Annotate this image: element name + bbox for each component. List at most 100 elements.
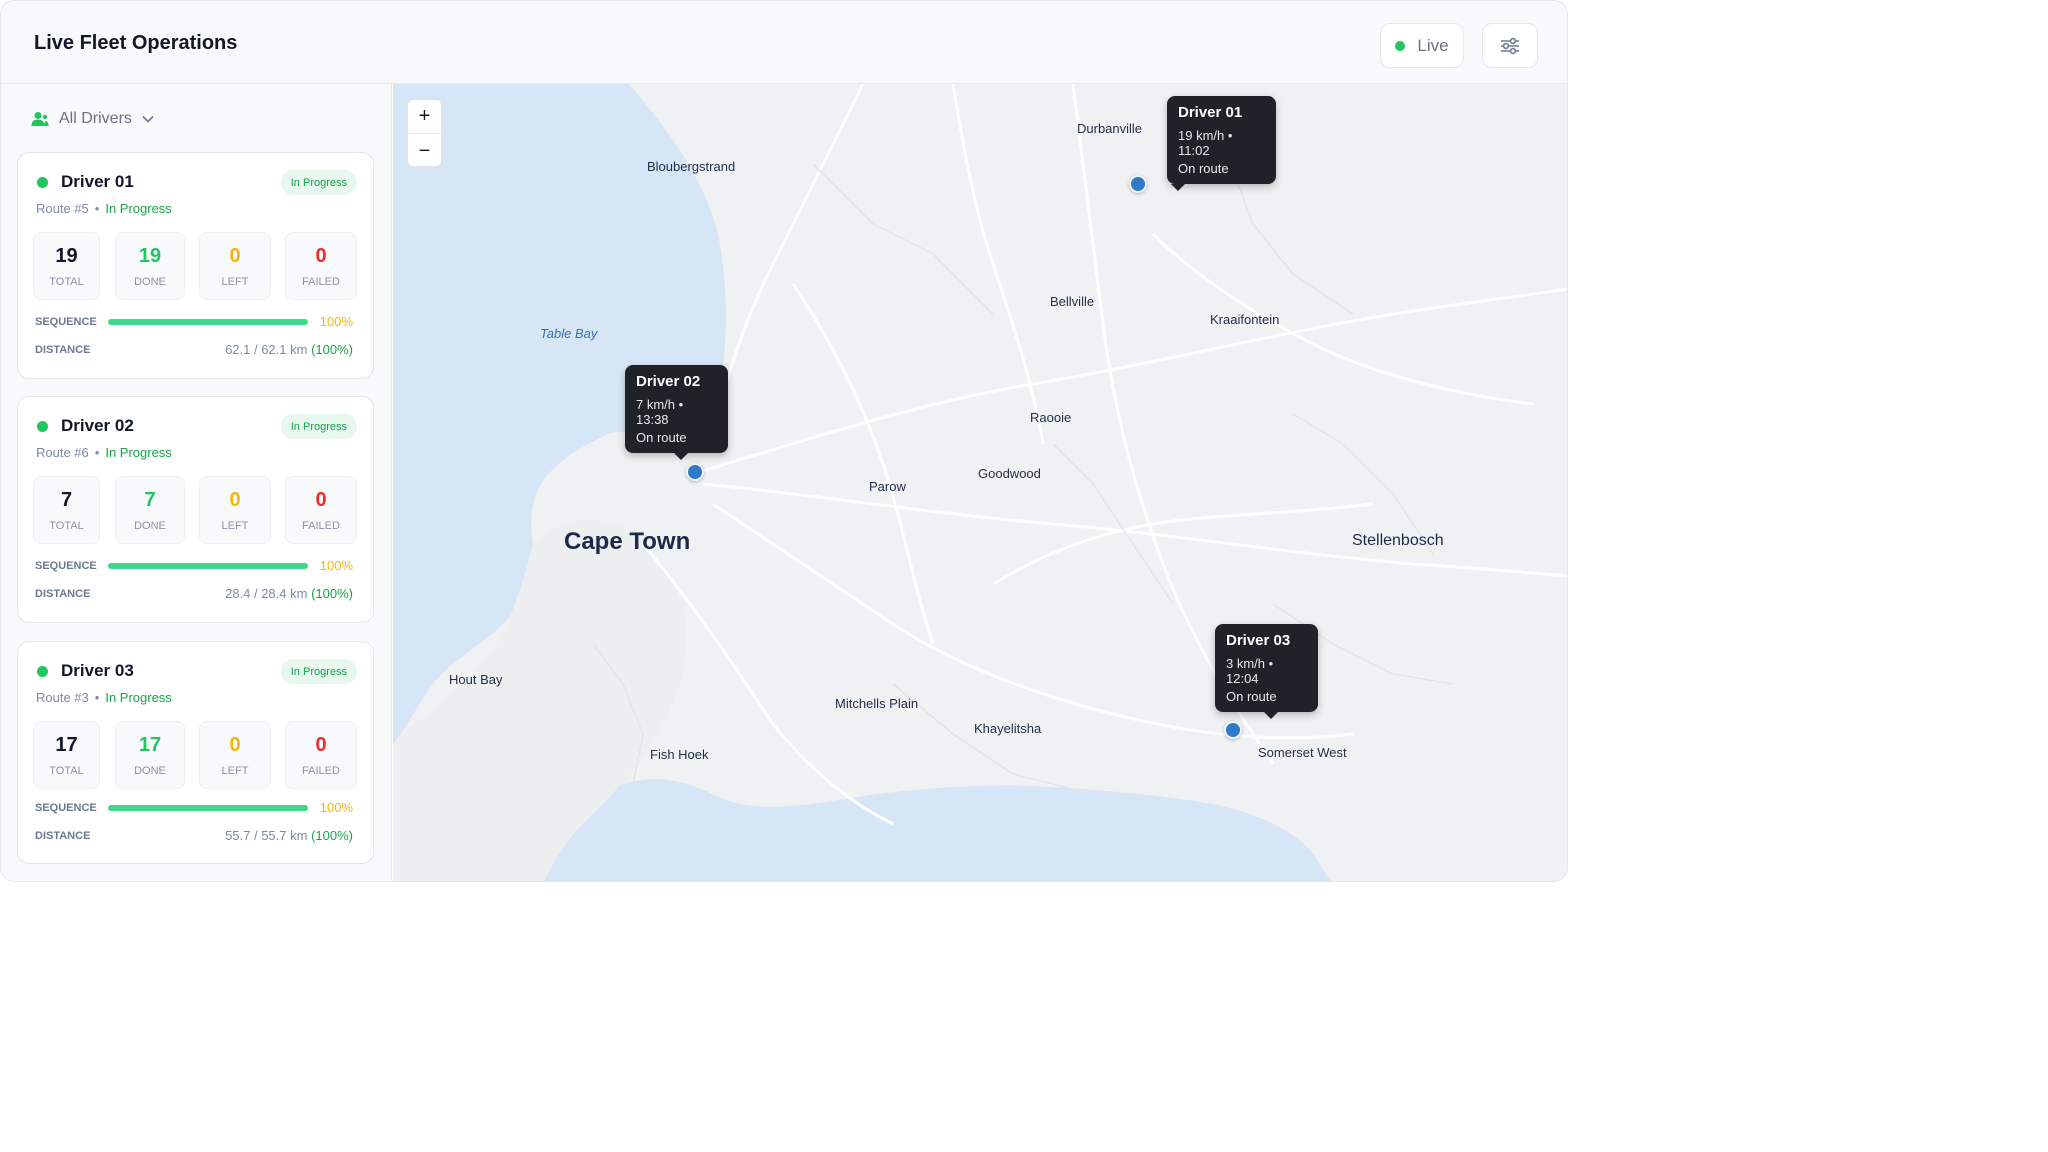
place-label-bloubergstrand: Bloubergstrand: [647, 159, 736, 174]
status-badge: In Progress: [280, 414, 357, 439]
stat-left: 0 LEFT: [199, 721, 271, 789]
tooltip-status: On route: [1226, 689, 1277, 704]
page-title: Live Fleet Operations: [34, 32, 238, 54]
stat-failed-value: 0: [315, 489, 327, 511]
sequence-percent: 100%: [319, 314, 353, 329]
distance-label: DISTANCE: [35, 830, 91, 842]
driver-card[interactable]: Driver 02 In Progress Route #6 • In Prog…: [17, 396, 374, 623]
zoom-out-button[interactable]: −: [408, 134, 441, 168]
place-label-khayelitsha: Khayelitsha: [974, 721, 1042, 736]
stat-failed-label: FAILED: [302, 276, 340, 288]
driver-card[interactable]: Driver 01 In Progress Route #5 • In Prog…: [17, 152, 374, 379]
place-label-stellenbosch: Stellenbosch: [1352, 532, 1444, 549]
distance-percent: (100%): [311, 828, 353, 843]
distance-km: 55.7 / 55.7 km: [225, 828, 308, 843]
place-label-bellville: Bellville: [1050, 294, 1095, 309]
stat-total: 17 TOTAL: [33, 721, 100, 789]
stat-done-label: DONE: [134, 765, 166, 777]
stop-stats: 19 TOTAL 19 DONE 0 LEFT 0 FAILED: [33, 232, 357, 300]
stat-failed-value: 0: [315, 734, 327, 756]
driver-filter-dropdown[interactable]: All Drivers: [31, 110, 154, 128]
sequence-progress-bar: [108, 563, 308, 569]
sequence-progress-bar: [108, 805, 308, 811]
sequence-percent: 100%: [319, 800, 353, 815]
distance-percent: (100%): [311, 342, 353, 357]
sequence-progress-fill: [108, 805, 308, 811]
stat-done-value: 7: [144, 489, 156, 511]
route-number: Route #6: [36, 445, 89, 460]
driver-name: Driver 02: [61, 416, 134, 435]
route-info: Route #3 • In Progress: [36, 690, 172, 705]
place-label-hout-bay: Hout Bay: [449, 672, 503, 687]
chevron-down-icon: [142, 115, 154, 123]
sequence-label: SEQUENCE: [35, 560, 97, 572]
driver-tooltip: Driver 02 7 km/h • 13:38 On route: [625, 365, 728, 460]
stat-left-label: LEFT: [221, 276, 249, 288]
live-toggle-button[interactable]: Live: [1380, 23, 1464, 68]
stat-total-label: TOTAL: [49, 765, 84, 777]
stat-total-label: TOTAL: [49, 276, 84, 288]
sequence-progress-fill: [108, 319, 308, 325]
tooltip-driver-name: Driver 03: [1226, 632, 1291, 649]
stat-failed-label: FAILED: [302, 520, 340, 532]
zoom-in-button[interactable]: +: [408, 100, 441, 134]
stat-total: 19 TOTAL: [33, 232, 100, 300]
driver-tooltip: Driver 01 19 km/h • 11:02 On route: [1167, 96, 1276, 191]
driver-status-dot: [37, 421, 48, 432]
stat-total-label: TOTAL: [49, 520, 84, 532]
stat-left-label: LEFT: [221, 765, 249, 777]
stat-total-value: 17: [55, 734, 78, 756]
status-badge: In Progress: [280, 659, 357, 684]
sequence-progress-bar: [108, 319, 308, 325]
settings-button[interactable]: [1482, 23, 1538, 68]
sequence-label: SEQUENCE: [35, 316, 97, 328]
place-label-raooie: Raooie: [1030, 410, 1072, 425]
stat-left-value: 0: [229, 489, 241, 511]
route-status: In Progress: [105, 690, 172, 705]
stop-stats: 7 TOTAL 7 DONE 0 LEFT 0 FAILED: [33, 476, 357, 544]
route-number: Route #5: [36, 201, 89, 216]
stat-total-value: 7: [60, 489, 73, 511]
map-base-layer: [393, 84, 1567, 881]
stat-done-value: 19: [138, 245, 162, 267]
tooltip-status: On route: [636, 430, 687, 445]
driver-location-pin[interactable]: [1129, 175, 1147, 193]
distance-percent: (100%): [311, 586, 353, 601]
status-badge: In Progress: [280, 170, 357, 195]
tooltip-speed-time: 3 km/h • 12:04: [1226, 656, 1274, 686]
distance-label: DISTANCE: [35, 344, 91, 356]
distance-value: 28.4 / 28.4 km (100%): [225, 586, 353, 601]
place-label-cape-town: Cape Town: [564, 528, 691, 555]
driver-location-pin[interactable]: [1224, 721, 1242, 739]
live-label: Live: [1417, 35, 1449, 55]
distance-value: 55.7 / 55.7 km (100%): [225, 828, 353, 843]
driver-status-dot: [37, 666, 48, 677]
driver-location-pin[interactable]: [686, 463, 704, 481]
stat-failed: 0 FAILED: [285, 476, 357, 544]
stat-done: 7 DONE: [115, 476, 185, 544]
stat-done-value: 17: [138, 734, 162, 756]
distance-km: 28.4 / 28.4 km: [225, 586, 308, 601]
place-label-table-bay: Table Bay: [540, 326, 598, 341]
user-icon: [31, 112, 49, 126]
stat-failed-value: 0: [315, 245, 327, 267]
app-window: Live Fleet Operations Live All Drivers D…: [0, 0, 1568, 882]
stat-left-label: LEFT: [221, 520, 249, 532]
stat-total: 7 TOTAL: [33, 476, 100, 544]
driver-name: Driver 03: [61, 661, 134, 680]
tooltip-driver-name: Driver 01: [1178, 104, 1243, 121]
fleet-map[interactable]: + − Durbanville Bloubergstrand Bellville…: [393, 84, 1567, 881]
distance-km: 62.1 / 62.1 km: [225, 342, 308, 357]
stat-failed-label: FAILED: [302, 765, 340, 777]
live-status-dot: [1395, 40, 1406, 51]
route-number: Route #3: [36, 690, 89, 705]
sliders-icon: [1501, 37, 1519, 54]
driver-card[interactable]: Driver 03 In Progress Route #3 • In Prog…: [17, 641, 374, 864]
route-info: Route #5 • In Progress: [36, 201, 172, 216]
stat-left-value: 0: [229, 245, 241, 267]
route-info: Route #6 • In Progress: [36, 445, 172, 460]
place-label-fish-hoek: Fish Hoek: [650, 747, 709, 762]
tooltip-speed-time: 7 km/h • 13:38: [636, 397, 684, 427]
top-bar: Live Fleet Operations Live: [1, 1, 1567, 84]
stat-left: 0 LEFT: [199, 476, 271, 544]
